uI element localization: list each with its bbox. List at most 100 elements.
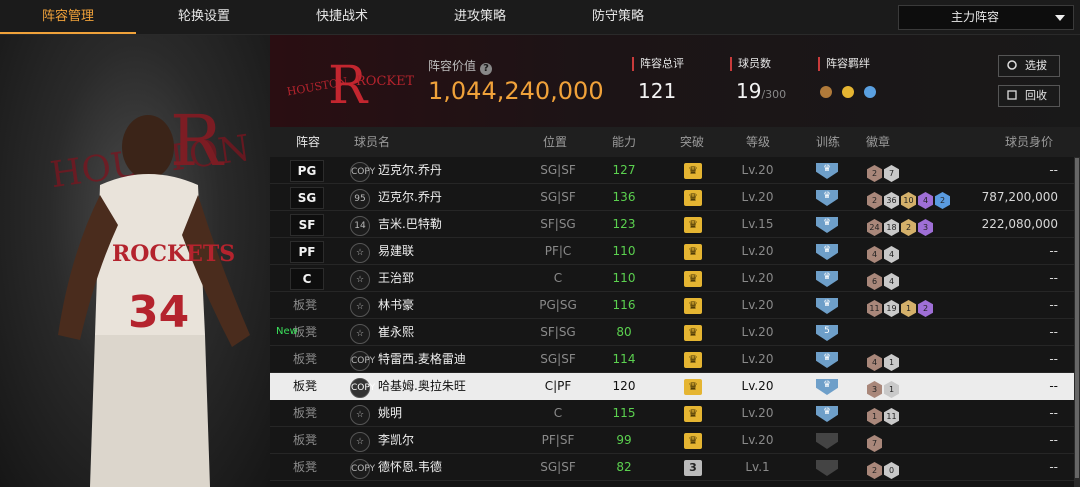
badge-list[interactable]: 11 19 1 2 (867, 296, 935, 317)
training-icon[interactable]: ♛ (816, 190, 838, 206)
badge-list[interactable]: 27 (867, 161, 901, 182)
breakthrough-icon[interactable]: ♛ (684, 298, 702, 314)
player-name[interactable]: 林书豪 (378, 292, 414, 319)
player-name[interactable]: 王治郅 (378, 265, 414, 292)
training-icon[interactable]: ♛ (816, 163, 838, 179)
lineup-slot[interactable]: PG (290, 160, 324, 182)
training-icon[interactable]: ♛ (816, 352, 838, 368)
bond-label: 阵容羁绊 (818, 57, 870, 71)
header-lineup[interactable]: 阵容 (296, 127, 320, 157)
header-worth[interactable]: 球员身价 (1005, 127, 1053, 157)
player-name[interactable]: 姚明 (378, 400, 402, 427)
badge-list[interactable]: 20 (867, 458, 901, 479)
player-number-badge: ☆ (350, 324, 370, 344)
header-training[interactable]: 训练 (816, 127, 840, 157)
player-ability: 127 (612, 163, 636, 177)
table-row[interactable]: 板凳 ☆ 崔永熙 SF|SG 80 ♛ Lv.20 5 -- (270, 319, 1074, 346)
table-row[interactable]: PF ☆ 易建联 PF|C 110 ♛ Lv.20 ♛ 4 4 -- (270, 238, 1074, 265)
rating-label: 阵容总评 (632, 57, 684, 71)
badge-list[interactable]: 7 (867, 431, 884, 452)
lineup-slot[interactable]: 板凳 (280, 454, 330, 481)
header-level[interactable]: 等级 (746, 127, 770, 157)
breakthrough-icon[interactable]: ♛ (684, 244, 702, 260)
scout-button[interactable]: 选拔 (998, 55, 1060, 77)
help-icon[interactable]: ? (480, 63, 493, 75)
badge-icon: 10 (901, 192, 916, 209)
player-ability: 136 (612, 190, 636, 204)
breakthrough-icon[interactable]: ♛ (684, 217, 702, 233)
player-name[interactable]: 吉米.巴特勒 (378, 211, 442, 238)
header-name[interactable]: 球员名 (354, 127, 390, 157)
player-name[interactable]: 迈克尔.乔丹 (378, 157, 442, 184)
lineup-slot[interactable]: C (290, 268, 324, 290)
breakthrough-icon[interactable]: ♛ (684, 406, 702, 422)
player-name[interactable]: 德怀恩.韦德 (378, 454, 442, 481)
table-row[interactable]: 板凳 COPY 特雷西.麦格雷迪 SG|SF 114 ♛ Lv.20 ♛ 4 1 -- (270, 346, 1074, 373)
training-icon[interactable]: ♛ (816, 406, 838, 422)
player-number-badge: COPY (350, 459, 375, 479)
tab-defense[interactable]: 防守策略 (548, 0, 688, 32)
player-name[interactable]: 李凯尔 (378, 427, 414, 454)
badge-list[interactable]: 2 36 10 4 2 (867, 188, 952, 209)
player-level: Lv.20 (741, 352, 774, 366)
table-row[interactable]: SG 95 迈克尔.乔丹 SG|SF 136 ♛ Lv.20 ♛ 2 36 10 4 2 787,200,… (270, 184, 1074, 211)
lineup-slot[interactable]: PF (290, 241, 324, 263)
player-name[interactable]: 特雷西.麦格雷迪 (378, 346, 466, 373)
header-breakthrough[interactable]: 突破 (680, 127, 704, 157)
player-portrait: HOUSTON R ROCKETS 34 (0, 35, 270, 487)
training-icon[interactable]: ♛ (816, 298, 838, 314)
player-level: Lv.15 (741, 217, 774, 231)
training-icon[interactable] (816, 460, 838, 476)
table-row[interactable]: 板凳 ☆ 林书豪 PG|SG 116 ♛ Lv.20 ♛ 11 19 1 2 -- (270, 292, 1074, 319)
lineup-slot[interactable]: 板凳 (280, 346, 330, 373)
breakthrough-icon[interactable]: ♛ (684, 433, 702, 449)
lineup-slot[interactable]: SF (290, 214, 324, 236)
header-position[interactable]: 位置 (543, 127, 567, 157)
lineup-slot[interactable]: 板凳 (280, 427, 330, 454)
player-name[interactable]: 易建联 (378, 238, 414, 265)
badge-list[interactable]: 44 (867, 242, 901, 263)
lineup-slot[interactable]: 板凳 (280, 400, 330, 427)
table-row[interactable]: 板凳 ☆ 姚明 C 115 ♛ Lv.20 ♛ 1 11 -- (270, 400, 1074, 427)
lineup-slot[interactable]: SG (290, 187, 324, 209)
lineup-slot[interactable]: 板凳 (280, 373, 330, 400)
tab-lineup[interactable]: 阵容管理 (0, 0, 136, 34)
table-row[interactable]: 板凳 ☆ 李凯尔 PF|SF 99 ♛ Lv.20 7 -- (270, 427, 1074, 454)
table-row[interactable]: PG COPY 迈克尔.乔丹 SG|SF 127 ♛ Lv.20 ♛ 2 7 -- (270, 157, 1074, 184)
table-row[interactable]: 板凳 COPY 哈基姆.奥拉朱旺 C|PF 120 ♛ Lv.20 ♛ 3 1 -- (270, 373, 1074, 400)
tab-offense[interactable]: 进攻策略 (412, 0, 548, 32)
scrollbar-thumb[interactable] (1075, 158, 1079, 478)
breakthrough-icon[interactable]: 3 (684, 460, 702, 476)
bond-icons[interactable] (818, 83, 888, 101)
player-name[interactable]: 哈基姆.奥拉朱旺 (378, 373, 466, 400)
player-name[interactable]: 崔永熙 (378, 319, 414, 346)
breakthrough-icon[interactable]: ♛ (684, 190, 702, 206)
training-icon[interactable]: ♛ (816, 244, 838, 260)
training-icon[interactable]: ♛ (816, 379, 838, 395)
header-badges[interactable]: 徽章 (866, 127, 890, 157)
badge-list[interactable]: 64 (867, 269, 901, 290)
breakthrough-icon[interactable]: ♛ (684, 352, 702, 368)
lineup-select[interactable]: 主力阵容 (898, 5, 1074, 30)
breakthrough-icon[interactable]: ♛ (684, 325, 702, 341)
header-ability[interactable]: 能力 (612, 127, 636, 157)
badge-list[interactable]: 41 (867, 350, 901, 371)
breakthrough-icon[interactable]: ♛ (684, 379, 702, 395)
breakthrough-icon[interactable]: ♛ (684, 271, 702, 287)
badge-list[interactable]: 24 18 2 3 (867, 215, 935, 236)
training-icon[interactable]: 5 (816, 325, 838, 341)
table-row[interactable]: 板凳 COPY 德怀恩.韦德 SG|SF 82 3 Lv.1 2 0 -- (270, 454, 1074, 481)
tab-rotation[interactable]: 轮换设置 (136, 0, 272, 32)
training-icon[interactable]: ♛ (816, 271, 838, 287)
breakthrough-icon[interactable]: ♛ (684, 163, 702, 179)
player-name[interactable]: 迈克尔.乔丹 (378, 184, 442, 211)
badge-list[interactable]: 31 (867, 377, 901, 398)
table-row[interactable]: C ☆ 王治郅 C 110 ♛ Lv.20 ♛ 6 4 -- (270, 265, 1074, 292)
training-icon[interactable]: ♛ (816, 217, 838, 233)
badge-list[interactable]: 1 11 (867, 404, 901, 425)
recycle-button[interactable]: 回收 (998, 85, 1060, 107)
tab-tactics[interactable]: 快捷战术 (272, 0, 412, 32)
training-icon[interactable] (816, 433, 838, 449)
table-row[interactable]: SF 14 吉米.巴特勒 SF|SG 123 ♛ Lv.15 ♛ 24 18 2 3 222,080,0… (270, 211, 1074, 238)
lineup-slot[interactable]: 板凳 (280, 292, 330, 319)
